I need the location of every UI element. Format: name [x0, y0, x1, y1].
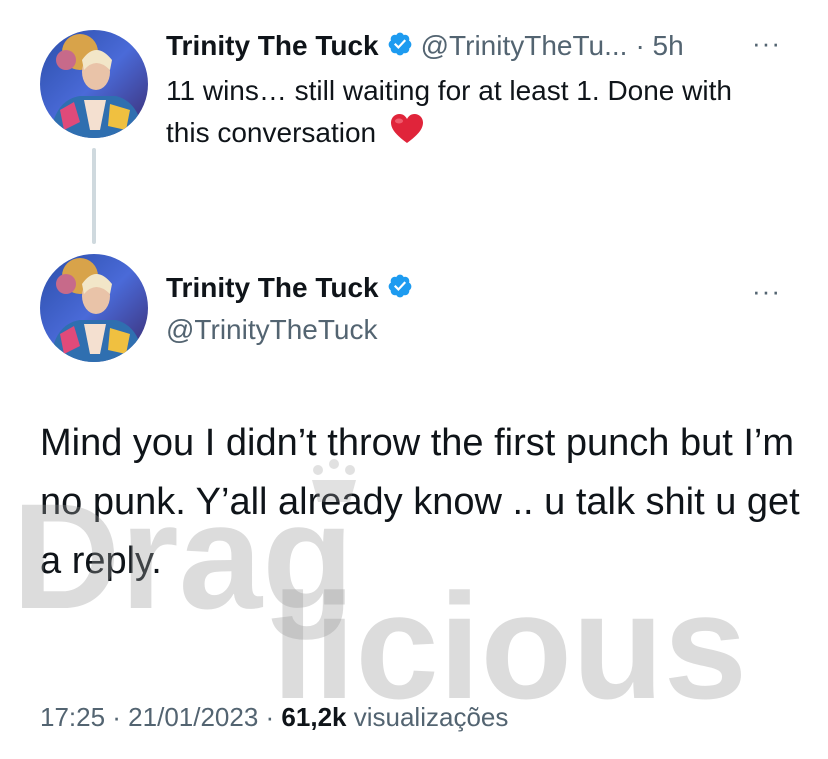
reply-tweet-header: Trinity The Tuck @TrinityTheTu... · 5h: [166, 30, 684, 62]
main-tweet-text: Mind you I didn’t throw the first punch …: [40, 422, 800, 582]
main-author-avatar[interactable]: [40, 254, 148, 362]
main-author-handle[interactable]: @TrinityTheTuck: [166, 314, 378, 346]
reply-tweet-text: 11 wins… still waiting for at least 1. D…: [166, 70, 766, 157]
verified-badge-icon: [387, 273, 413, 304]
tweet-timestamp[interactable]: 17:25 · 21/01/2023 ·: [40, 702, 274, 732]
reply-tweet-body: 11 wins… still waiting for at least 1. D…: [166, 75, 732, 148]
views-count: 61,2k: [281, 702, 347, 732]
views-label: visualizações: [353, 702, 509, 732]
thread-connector-line: [92, 148, 96, 244]
verified-badge-icon: [387, 31, 413, 62]
reply-author-name[interactable]: Trinity The Tuck: [166, 30, 379, 62]
reply-author-avatar[interactable]: [40, 30, 148, 138]
red-heart-emoji-icon: [390, 113, 424, 157]
main-more-options-icon[interactable]: ···: [752, 278, 781, 304]
reply-more-options-icon[interactable]: ···: [752, 30, 781, 56]
main-author-name[interactable]: Trinity The Tuck: [166, 272, 379, 304]
reply-author-handle[interactable]: @TrinityTheTu...: [421, 30, 628, 62]
tweet-metadata: 17:25 · 21/01/2023 · 61,2k visualizações: [40, 702, 508, 733]
reply-time-ago[interactable]: · 5h: [635, 30, 683, 62]
main-tweet-header: Trinity The Tuck: [166, 272, 413, 304]
